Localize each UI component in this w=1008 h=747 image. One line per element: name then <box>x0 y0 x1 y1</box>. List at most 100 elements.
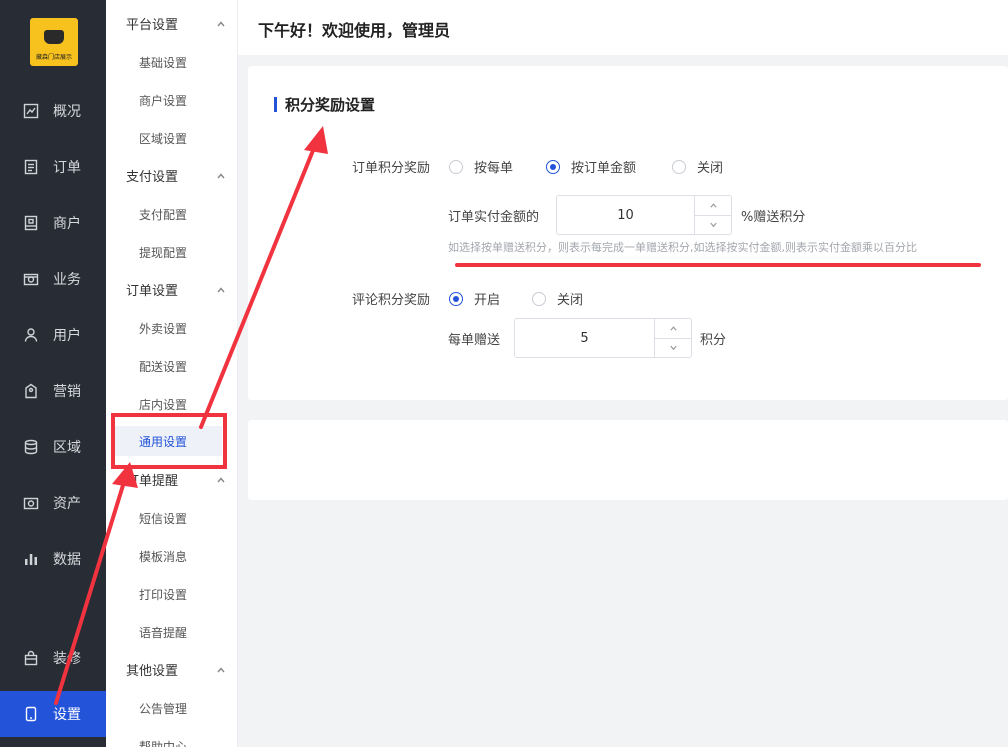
order-list-icon <box>23 159 39 175</box>
nav-item-label: 订单 <box>53 160 81 176</box>
stepper-controls <box>695 196 731 234</box>
submenu-item-payment-config[interactable]: 支付配置 <box>106 199 237 229</box>
chevron-up-icon <box>216 284 226 294</box>
submenu-group-title: 其他设置 <box>126 663 179 679</box>
nav-item-settings[interactable]: 设置 <box>0 691 106 737</box>
submenu-item-help[interactable]: 帮助中心 <box>106 731 237 747</box>
submenu-item-notice[interactable]: 公告管理 <box>106 693 237 723</box>
nav-item-assets[interactable]: 资产 <box>0 481 106 525</box>
submenu-item-region[interactable]: 区域设置 <box>106 123 237 153</box>
asset-icon <box>23 495 39 511</box>
submenu-item-general[interactable]: 通用设置 <box>114 426 222 456</box>
nav-item-merchants[interactable]: 商户 <box>0 201 106 245</box>
submenu-group-platform[interactable]: 平台设置 <box>126 13 226 33</box>
nav-item-data[interactable]: 数据 <box>0 537 106 581</box>
nav-item-marketing[interactable]: 营销 <box>0 369 106 413</box>
radio-circle[interactable] <box>672 159 686 174</box>
nav-item-label: 营销 <box>53 384 81 400</box>
submenu-group-title: 支付设置 <box>126 169 179 185</box>
submenu-item-delivery[interactable]: 配送设置 <box>106 351 237 381</box>
app-logo[interactable]: 藏森门店展示 <box>30 18 78 66</box>
points-reward-card: 积分奖励设置 订单积分奖励 按每单 按订单金额 关闭 订单实付金额的 10 %赠… <box>248 66 1008 400</box>
logo-mustache-icon <box>44 30 64 44</box>
submenu-group-other[interactable]: 其他设置 <box>126 659 226 679</box>
amount-percent-value[interactable]: 10 <box>557 196 695 234</box>
nav-item-decoration[interactable]: 装修 <box>0 636 106 680</box>
chevron-up-icon <box>216 664 226 674</box>
radio-circle[interactable] <box>449 291 463 306</box>
phone-icon <box>23 706 39 722</box>
nav-item-orders[interactable]: 订单 <box>0 145 106 189</box>
user-icon <box>23 327 39 343</box>
nav-item-region[interactable]: 区域 <box>0 425 106 469</box>
radio-label: 开启 <box>474 293 501 308</box>
submenu-item-template[interactable]: 模板消息 <box>106 541 237 571</box>
amount-percent-stepper[interactable]: 10 <box>556 195 732 235</box>
chevron-up-icon[interactable] <box>695 196 731 215</box>
submenu-item-voice[interactable]: 语音提醒 <box>106 617 237 647</box>
trend-chart-icon <box>23 103 39 119</box>
radio-label: 关闭 <box>697 161 724 176</box>
nav-item-business[interactable]: 业务 <box>0 257 106 301</box>
submenu-item-merchant[interactable]: 商户设置 <box>106 85 237 115</box>
radio-circle[interactable] <box>532 291 546 306</box>
title-accent-bar <box>274 96 277 112</box>
card-title: 积分奖励设置 <box>274 94 375 114</box>
chevron-down-icon[interactable] <box>655 337 691 358</box>
submenu-group-title: 订单提醒 <box>126 473 179 489</box>
submenu-item-basic[interactable]: 基础设置 <box>106 47 237 77</box>
nav-item-label: 设置 <box>53 707 81 723</box>
nav-item-label: 商户 <box>53 216 81 232</box>
top-header: 下午好！欢迎使用，管理员 <box>238 0 1008 55</box>
radio-order-off[interactable]: 关闭 <box>672 157 723 176</box>
radio-per-order[interactable]: 按每单 <box>449 157 513 176</box>
amount-suffix: %赠送积分 <box>741 210 806 225</box>
nav-item-users[interactable]: 用户 <box>0 313 106 357</box>
submenu-item-takeout[interactable]: 外卖设置 <box>106 313 237 343</box>
marketing-icon <box>23 383 39 399</box>
per-order-points-value[interactable]: 5 <box>515 319 655 357</box>
nav-item-label: 概况 <box>53 104 81 120</box>
submenu-item-withdraw-config[interactable]: 提现配置 <box>106 237 237 267</box>
submenu-item-dine-in[interactable]: 店内设置 <box>106 389 237 419</box>
radio-label: 关闭 <box>557 293 584 308</box>
per-order-points-stepper[interactable]: 5 <box>514 318 692 358</box>
nav-item-label: 资产 <box>53 496 81 512</box>
per-order-label: 每单赠送 <box>448 333 501 348</box>
chevron-down-icon[interactable] <box>695 214 731 235</box>
radio-review-on[interactable]: 开启 <box>449 289 500 308</box>
chevron-up-icon <box>216 170 226 180</box>
bar-chart-icon <box>23 551 39 567</box>
submenu-group-payment[interactable]: 支付设置 <box>126 165 226 185</box>
submenu-group-title: 平台设置 <box>126 17 179 33</box>
nav-item-overview[interactable]: 概况 <box>0 89 106 133</box>
submenu-group-reminder[interactable]: 订单提醒 <box>126 469 226 489</box>
amount-label: 订单实付金额的 <box>448 210 540 225</box>
review-reward-label: 评论积分奖励 <box>352 293 431 308</box>
order-reward-label: 订单积分奖励 <box>352 161 431 176</box>
nav-item-label: 业务 <box>53 272 81 288</box>
radio-circle[interactable] <box>546 159 560 174</box>
chevron-up-icon <box>216 474 226 484</box>
business-icon <box>23 271 39 287</box>
nav-item-label: 数据 <box>53 552 81 568</box>
nav-item-label: 区域 <box>53 440 81 456</box>
radio-by-amount[interactable]: 按订单金额 <box>546 157 636 176</box>
nav-item-label: 用户 <box>53 328 81 344</box>
nav-item-label: 装修 <box>53 651 81 667</box>
per-order-suffix: 积分 <box>700 333 727 348</box>
database-icon <box>23 439 39 455</box>
submenu-group-order[interactable]: 订单设置 <box>126 279 226 299</box>
submenu-item-sms[interactable]: 短信设置 <box>106 503 237 533</box>
submenu-group-title: 订单设置 <box>126 283 179 299</box>
bag-icon <box>23 650 39 666</box>
order-reward-hint: 如选择按单赠送积分，则表示每完成一单赠送积分,如选择按实付金额,则表示实付金额乘… <box>448 241 917 254</box>
stepper-controls <box>655 319 691 357</box>
radio-circle[interactable] <box>449 159 463 174</box>
settings-submenu: 平台设置 基础设置 商户设置 区域设置 支付设置 支付配置 提现配置 订单设置 … <box>106 0 238 747</box>
greeting-text: 下午好！欢迎使用，管理员 <box>258 21 451 40</box>
submenu-item-print[interactable]: 打印设置 <box>106 579 237 609</box>
logo-caption: 藏森门店展示 <box>35 54 72 61</box>
chevron-up-icon[interactable] <box>655 319 691 338</box>
radio-review-off[interactable]: 关闭 <box>532 289 583 308</box>
